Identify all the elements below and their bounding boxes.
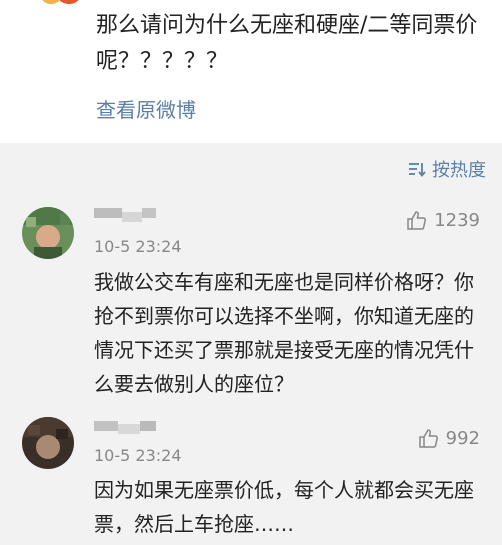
like-button[interactable]: 1239 [406, 209, 480, 231]
sort-label: 按热度 [432, 160, 486, 181]
sort-bar: 按热度 [0, 143, 502, 195]
redaction-block [142, 208, 156, 218]
redaction-block [140, 421, 156, 431]
comment-list: 10-5 23:24 1239 我做公交车有座和无座也是同样价格呀？你抢不到票你… [0, 195, 502, 545]
commenter-avatar[interactable] [22, 207, 74, 259]
comment-time: 10-5 23:24 [94, 237, 182, 256]
commenter-avatar[interactable] [22, 417, 74, 469]
thumbs-up-icon [407, 211, 427, 230]
comment-text: 我做公交车有座和无座也是同样价格呀？你抢不到票你可以选择不坐啊，你知道无座的情况… [94, 270, 474, 396]
like-count: 992 [445, 427, 480, 449]
poster-avatar-badge [58, 0, 80, 4]
poster-avatar[interactable] [42, 0, 60, 4]
comment-time: 10-5 23:24 [94, 446, 182, 465]
like-button[interactable]: 992 [418, 427, 480, 449]
redaction-block [118, 424, 140, 434]
post-text: 那么请问为什么无座和硬座/二等同票价呢？？？？？ [96, 13, 478, 74]
redaction-block [94, 421, 118, 431]
sort-icon [409, 163, 426, 177]
avatar-image-icon [22, 207, 74, 259]
comment-text: 因为如果无座票价低，每个人就都会买无座票，然后上车抢座…… [94, 478, 474, 536]
like-count: 1239 [434, 209, 480, 231]
avatar-image-icon [22, 417, 74, 469]
redaction-block [94, 208, 122, 218]
sort-by-hot-button[interactable]: 按热度 [408, 156, 486, 182]
commenter-name-redacted[interactable] [94, 421, 156, 441]
commenter-name-redacted[interactable] [94, 208, 156, 228]
thumbs-up-icon [418, 429, 438, 448]
post-card: 那么请问为什么无座和硬座/二等同票价呢？？？？？ 查看原微博 [0, 0, 502, 143]
view-original-link[interactable]: 查看原微博 [96, 94, 196, 123]
redaction-block [122, 212, 142, 222]
